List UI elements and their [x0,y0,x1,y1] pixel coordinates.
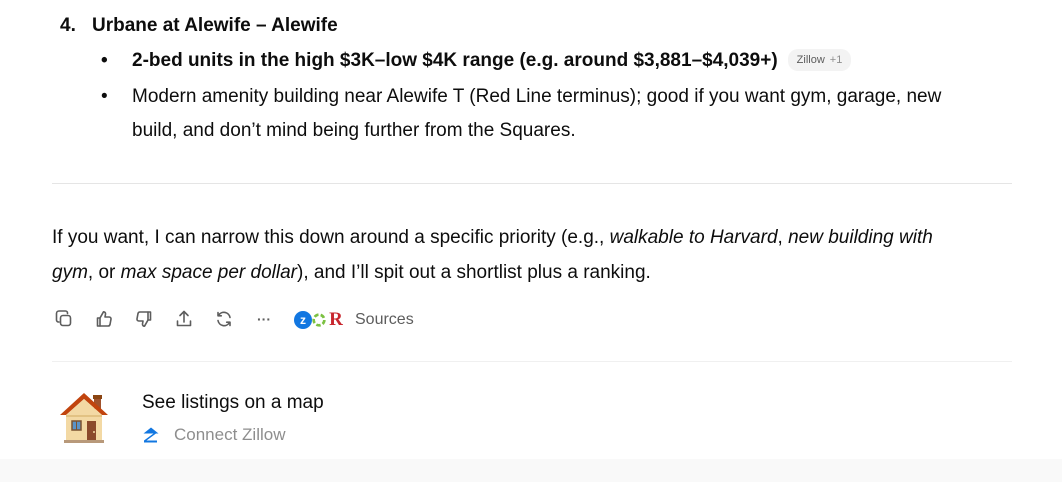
thumbs-up-icon[interactable] [92,307,116,331]
sources-button[interactable]: z R Sources [294,307,414,333]
connect-zillow-button[interactable]: Connect Zillow [142,423,286,447]
composer-area-edge [0,459,1062,482]
badge-extra-count: +1 [829,54,843,66]
bullet-price-text: 2-bed units in the high $3K–low $4K rang… [132,50,778,71]
list-item-heading: 4. Urbane at Alewife – Alewife [60,12,338,40]
map-card-title[interactable]: See listings on a map [142,390,324,416]
zillow-logo-icon [143,427,159,443]
para-text: , or [87,262,121,283]
source-favicons: z R [294,309,345,330]
source-badge-zillow[interactable]: Zillow +1 [787,49,852,71]
bullet-description-line2: build, and don’t mind being further from… [132,120,576,141]
para-text: If you want, I can narrow this down arou… [52,227,610,248]
thumbs-down-icon[interactable] [132,307,156,331]
sources-label: Sources [355,311,414,328]
para-emphasis: new building with [788,227,933,248]
bullet-price-range: 2-bed units in the high $3K–low $4K rang… [132,44,1012,78]
para-text: , [777,227,789,248]
section-divider [52,183,1012,184]
para-text: ), and I’ll spit out a shortlist plus a … [297,262,651,283]
regenerate-icon[interactable] [212,307,236,331]
bullet-marker: • [101,86,108,107]
zillow-favicon: z [294,311,312,329]
bullet-description-line1: Modern amenity building near Alewife T (… [132,86,942,107]
para-emphasis: walkable to Harvard [609,227,778,248]
bullet-description: Modern amenity building near Alewife T (… [132,80,1012,148]
connect-zillow-label: Connect Zillow [174,425,286,444]
house-icon [56,389,112,445]
badge-label: Zillow [796,54,825,66]
bullet-marker: • [101,50,108,71]
section-divider [52,361,1012,362]
list-item-number: 4. [60,15,76,36]
apartments-favicon [310,311,328,329]
share-icon[interactable] [172,307,196,331]
copy-icon[interactable] [52,307,76,331]
more-icon[interactable]: ··· [252,307,276,331]
para-emphasis: gym [52,262,88,283]
para-emphasis: max space per dollar [120,262,298,283]
list-item-title: Urbane at Alewife – Alewife [92,15,338,36]
realtor-favicon: R [329,309,343,330]
follow-up-paragraph: If you want, I can narrow this down arou… [52,220,1012,290]
